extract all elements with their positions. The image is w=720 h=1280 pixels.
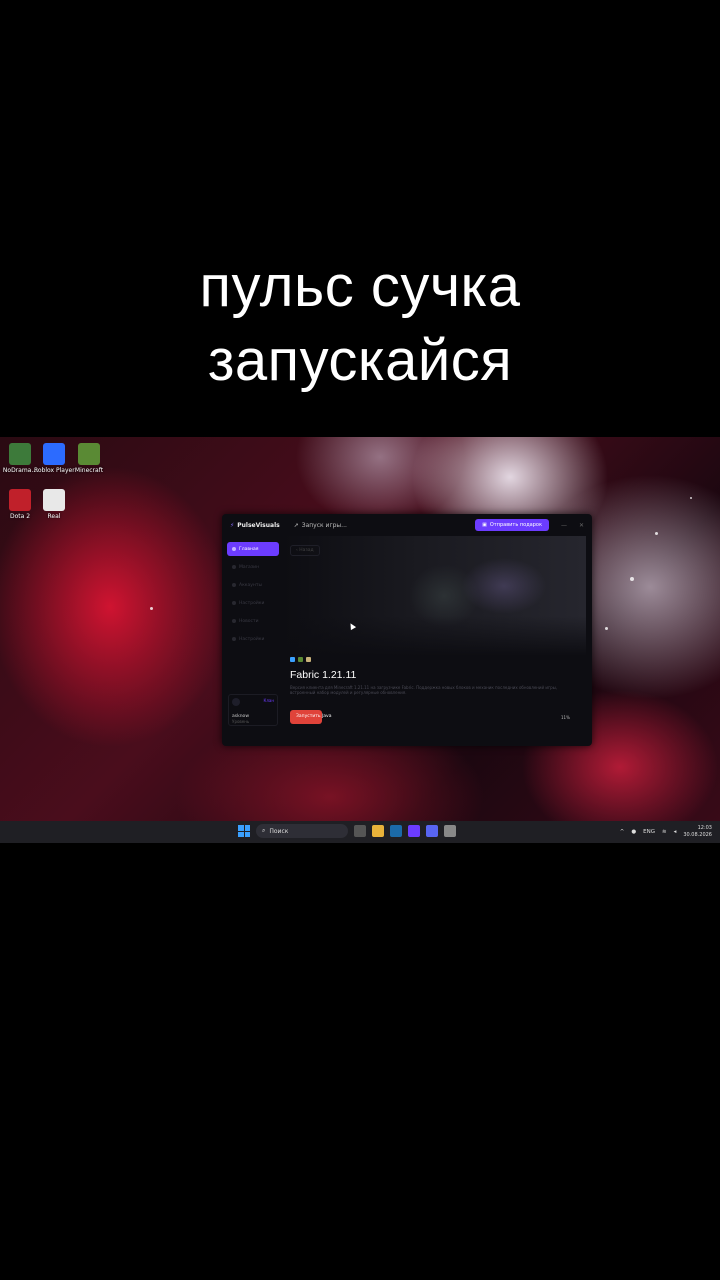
desktop: NoDrama... Roblox Player Minecraft Dota … (0, 437, 720, 843)
game-description: Версия клиента для Minecraft 1.21.11 на … (290, 685, 558, 695)
close-button[interactable]: ✕ (579, 522, 584, 529)
news-icon (232, 619, 236, 623)
taskbar: ⌕ Поиск ^ ● ENG ≋ ◂ 12:03 30.08.2026 (0, 821, 720, 843)
wifi-icon[interactable]: ≋ (662, 829, 667, 835)
caption-line-2: запускайся (207, 328, 513, 393)
launcher-titlebar: ⚡ PulseVisuals ➚ Запуск игры... ▣ Отправ… (222, 514, 592, 536)
file-explorer-icon[interactable] (372, 825, 384, 837)
steam-icon[interactable] (390, 825, 402, 837)
back-button[interactable]: ‹ Назад (290, 545, 320, 556)
play-button-label: Запустить Java (296, 714, 332, 719)
volume-icon[interactable]: ◂ (674, 829, 677, 835)
pulse-logo-icon: ⚡ (230, 521, 235, 529)
caption-line-1: пульс сучка (199, 254, 521, 319)
desktop-icon-minecraft[interactable]: Minecraft (69, 443, 109, 474)
launcher-window: ⚡ PulseVisuals ➚ Запуск игры... ▣ Отправ… (222, 514, 592, 746)
language-indicator[interactable]: ENG (643, 829, 655, 835)
user-level: Уровень (232, 719, 250, 724)
browser-icon[interactable] (444, 825, 456, 837)
more-icon (232, 637, 236, 641)
minecraft-icon (298, 657, 303, 662)
minecraft-grass-icon (78, 443, 100, 465)
user-status: Клан (263, 698, 274, 703)
nav-settings[interactable]: Настройки (227, 596, 279, 610)
home-icon (232, 547, 236, 551)
taskbar-search[interactable]: ⌕ Поиск (256, 824, 348, 838)
launcher-main: ‹ Назад Fabric 1.21.11 Версия клиента дл… (284, 536, 592, 746)
task-view-icon[interactable] (354, 825, 366, 837)
real-app-icon (43, 489, 65, 511)
gift-icon: ▣ (482, 522, 487, 528)
nav-more[interactable]: Настройки (227, 632, 279, 646)
user-card[interactable]: Клан asknow Уровень (228, 694, 278, 726)
search-icon: ⌕ (262, 827, 266, 834)
brand: ⚡ PulseVisuals (230, 521, 280, 529)
game-title: Fabric 1.21.11 (290, 669, 357, 681)
chevron-up-icon[interactable]: ^ (620, 829, 625, 835)
gift-button[interactable]: ▣ Отправить подарок (475, 519, 549, 531)
shop-icon (232, 565, 236, 569)
system-tray: ^ ● ENG ≋ ◂ 12:03 30.08.2026 (620, 825, 712, 839)
roblox-icon (43, 443, 65, 465)
minimize-button[interactable]: — (561, 522, 567, 529)
progress-percent: 11% (561, 715, 570, 720)
nav-accounts[interactable]: Аккаунты (227, 578, 279, 592)
nav-shop[interactable]: Магазин (227, 560, 279, 574)
version-badges (290, 657, 311, 662)
fabric-icon (306, 657, 311, 662)
microphone-icon[interactable]: ● (631, 829, 636, 835)
avatar (232, 698, 240, 706)
launch-status: ➚ Запуск игры... (293, 521, 347, 529)
desktop-icon-roblox[interactable]: Roblox Player (34, 443, 75, 474)
pulse-launcher-icon[interactable] (408, 825, 420, 837)
taskbar-apps: ⌕ Поиск (238, 824, 456, 838)
video-caption: пульс сучка запускайся (0, 250, 720, 398)
start-button[interactable] (238, 825, 250, 837)
game-shield-icon (9, 443, 31, 465)
launcher-sidebar: Главная Магазин Аккаунты Настройки Новос… (222, 536, 284, 746)
windows-icon (290, 657, 295, 662)
clock[interactable]: 12:03 30.08.2026 (683, 825, 712, 839)
rocket-icon: ➚ (293, 521, 299, 529)
discord-icon[interactable] (426, 825, 438, 837)
dota2-icon (9, 489, 31, 511)
desktop-icon-real[interactable]: Real (34, 489, 74, 520)
settings-icon (232, 601, 236, 605)
nav-news[interactable]: Новости (227, 614, 279, 628)
nav-home[interactable]: Главная (227, 542, 279, 556)
accounts-icon (232, 583, 236, 587)
